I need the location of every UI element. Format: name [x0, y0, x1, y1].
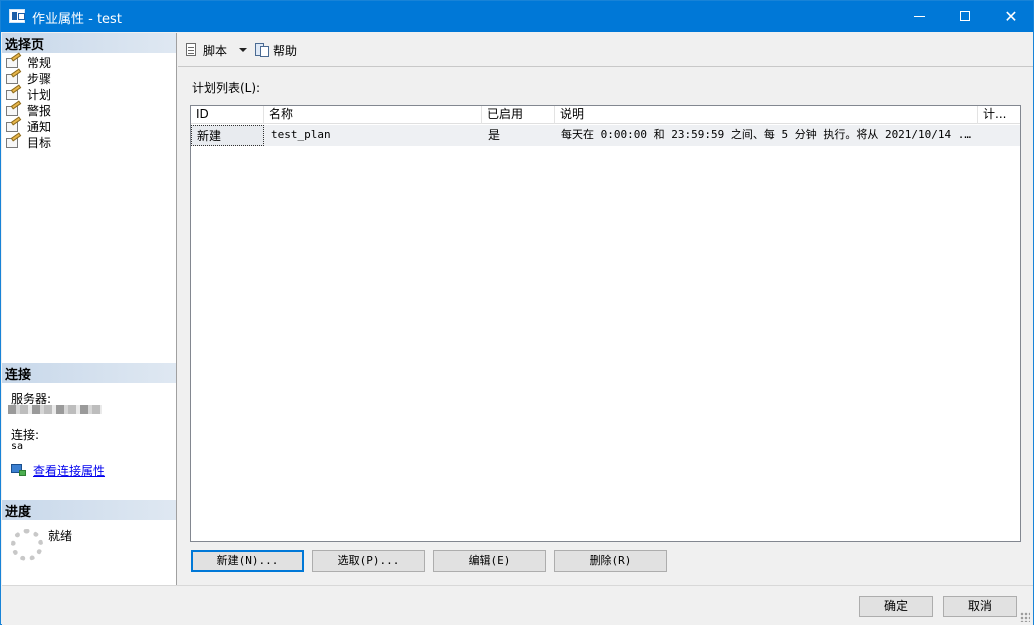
page-item-steps[interactable]: 步骤 [5, 68, 175, 86]
view-connection-properties-link[interactable]: 查看连接属性 [33, 462, 105, 479]
cell-description[interactable]: 每天在 0:00:00 和 23:59:59 之间、每 5 分钟 执行。将从 2… [556, 125, 974, 146]
ok-button[interactable]: 确定 [859, 596, 933, 617]
delete-schedule-button[interactable]: 删除(R) [554, 550, 667, 572]
page-item-alerts[interactable]: 警报 [5, 100, 175, 118]
maximize-icon [960, 11, 970, 21]
progress-status: 就绪 [48, 529, 73, 543]
cell-name[interactable]: test_plan [266, 125, 482, 146]
page-edit-icon [5, 68, 22, 85]
schedule-grid[interactable]: ID 名称 已启用 说明 计... 新建 test_plan 是 每天在 0:0… [190, 105, 1021, 542]
page-item-schedules[interactable]: 计划 [5, 84, 175, 102]
page-item-label: 目标 [27, 135, 52, 150]
dialog-footer: 确定 取消 [2, 585, 1033, 625]
connection-value: sa [11, 441, 24, 452]
page-item-notifications[interactable]: 通知 [5, 116, 175, 134]
app-icon [9, 9, 25, 23]
script-label: 脚本 [203, 43, 228, 58]
select-page-header: 选择页 [2, 33, 176, 53]
progress-header: 进度 [2, 500, 176, 520]
close-button[interactable]: ✕ [988, 1, 1034, 32]
page-edit-icon [5, 132, 22, 149]
cancel-button[interactable]: 取消 [943, 596, 1017, 617]
page-edit-icon [5, 100, 22, 117]
page-item-targets[interactable]: 目标 [5, 132, 175, 150]
main-panel: 脚本 帮助 计划列表(L): ID 名称 已启用 说明 计... 新建 test… [178, 33, 1033, 585]
cell-jobs[interactable] [978, 125, 1020, 146]
help-label: 帮助 [273, 43, 298, 58]
cell-id[interactable]: 新建 [191, 125, 264, 146]
column-header-name[interactable]: 名称 [264, 106, 482, 124]
page-edit-icon [5, 52, 22, 69]
close-icon: ✕ [1004, 7, 1018, 26]
resize-grip-icon[interactable] [1020, 612, 1030, 622]
help-icon [254, 42, 270, 58]
connection-header: 连接 [2, 363, 176, 383]
server-value-redacted [8, 405, 102, 414]
window-title: 作业属性 - test [32, 12, 122, 27]
page-list: 常规 步骤 计划 警报 通知 目标 [5, 52, 175, 150]
page-item-label: 计划 [27, 87, 52, 102]
column-header-jobs[interactable]: 计... [978, 106, 1020, 124]
page-item-general[interactable]: 常规 [5, 52, 175, 70]
new-schedule-button[interactable]: 新建(N)... [191, 550, 304, 572]
column-header-description[interactable]: 说明 [555, 106, 978, 124]
page-edit-icon [5, 116, 22, 133]
title-bar[interactable]: 作业属性 - test ✕ [1, 1, 1033, 32]
cell-enabled[interactable]: 是 [483, 125, 555, 146]
grid-header: ID 名称 已启用 说明 计... [191, 106, 1020, 124]
maximize-button[interactable] [942, 1, 988, 32]
page-item-label: 常规 [27, 55, 52, 70]
schedule-list-label: 计划列表(L): [192, 81, 261, 95]
minimize-icon [913, 15, 925, 17]
job-properties-window: 作业属性 - test ✕ 选择页 常规 步骤 计划 警报 通知 目标 连接 服… [0, 0, 1034, 625]
page-item-label: 通知 [27, 119, 52, 134]
help-button[interactable]: 帮助 [254, 41, 297, 59]
column-header-id[interactable]: ID [191, 106, 264, 124]
page-edit-icon [5, 84, 22, 101]
column-header-enabled[interactable]: 已启用 [482, 106, 555, 124]
minimize-button[interactable] [896, 1, 942, 32]
page-item-label: 警报 [27, 103, 52, 118]
progress-spinner-icon [11, 529, 43, 561]
toolbar: 脚本 帮助 [178, 33, 1033, 67]
chevron-down-icon[interactable] [239, 48, 248, 52]
page-item-label: 步骤 [27, 71, 52, 86]
pick-schedule-button[interactable]: 选取(P)... [312, 550, 425, 572]
script-button[interactable]: 脚本 [184, 41, 248, 59]
left-panel: 选择页 常规 步骤 计划 警报 通知 目标 连接 服务器: 连接: sa 查看连… [2, 33, 177, 585]
script-icon [184, 42, 200, 58]
edit-schedule-button[interactable]: 编辑(E) [433, 550, 546, 572]
connection-properties-icon [11, 462, 27, 477]
table-row[interactable]: 新建 test_plan 是 每天在 0:00:00 和 23:59:59 之间… [191, 125, 1020, 146]
